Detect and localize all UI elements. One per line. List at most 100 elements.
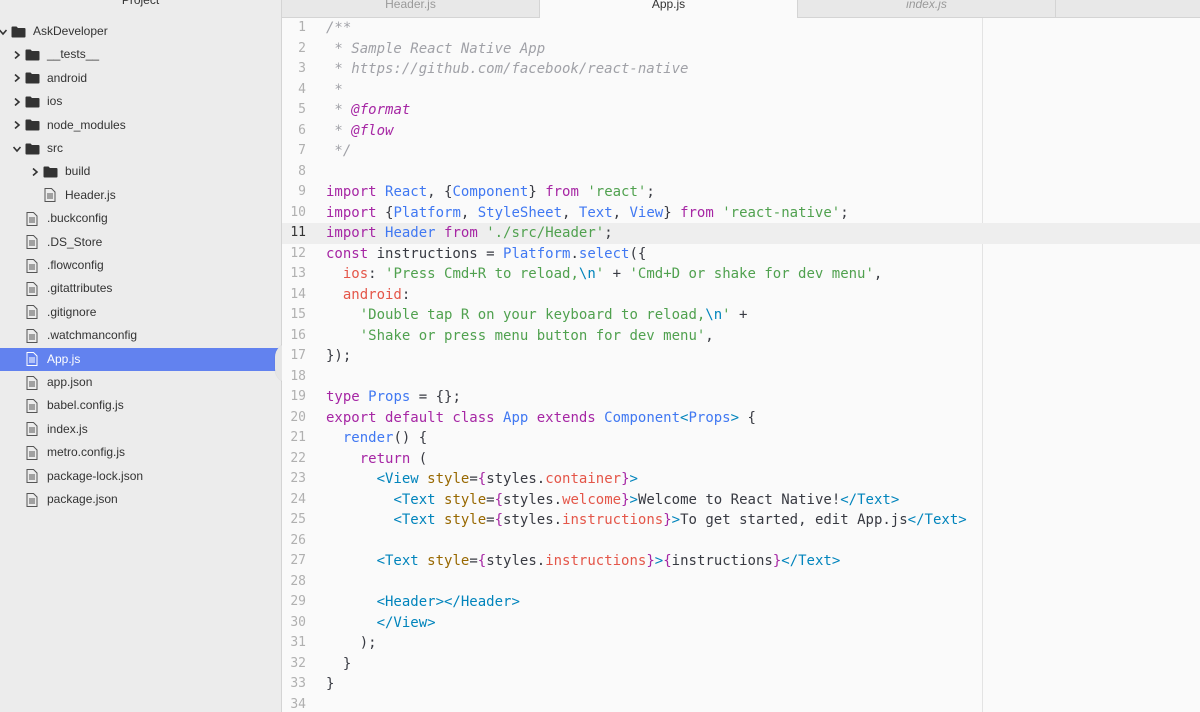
tree-file[interactable]: Header.js: [0, 184, 281, 207]
tree-item-label: ios: [47, 94, 63, 109]
code-line[interactable]: 8: [282, 162, 1200, 183]
code-token: </Text>: [840, 491, 900, 508]
code-line[interactable]: 15 'Double tap R on your keyboard to rel…: [282, 305, 1200, 326]
code-line[interactable]: 24 <Text style={styles.welcome}>Welcome …: [282, 490, 1200, 511]
code-line[interactable]: 31 );: [282, 633, 1200, 654]
chevron-right-icon[interactable]: [11, 67, 23, 90]
code-line[interactable]: 3 * https://github.com/facebook/react-na…: [282, 59, 1200, 80]
chevron-right-icon[interactable]: [29, 160, 41, 183]
code-text: */: [326, 141, 351, 162]
tree-file[interactable]: App.js: [0, 347, 281, 371]
code-line[interactable]: 1 /**: [282, 18, 1200, 39]
tree-file[interactable]: .gitignore: [0, 301, 281, 324]
code-token: }: [326, 655, 352, 672]
code-line[interactable]: 27 <Text style={styles.instructions}>{in…: [282, 551, 1200, 572]
code-token: @flow: [351, 122, 394, 139]
file-icon: [24, 488, 40, 511]
tree-folder[interactable]: __tests__: [0, 43, 281, 66]
chevron-down-icon[interactable]: [11, 137, 23, 160]
code-line[interactable]: 7 */: [282, 141, 1200, 162]
tree-file[interactable]: index.js: [0, 418, 281, 441]
tree-file[interactable]: .flowconfig: [0, 254, 281, 277]
tree-file[interactable]: package.json: [0, 488, 281, 511]
code-line[interactable]: 19 type Props = {};: [282, 387, 1200, 408]
code-line[interactable]: 28: [282, 572, 1200, 593]
tab-header-js[interactable]: Header.js: [282, 0, 540, 17]
code-token: from: [444, 225, 487, 241]
code-line[interactable]: 22 return (: [282, 449, 1200, 470]
tab-app-js[interactable]: App.js: [540, 0, 798, 18]
tree-folder[interactable]: node_modules: [0, 114, 281, 137]
code-line[interactable]: 32 }: [282, 654, 1200, 675]
code-token: {: [477, 553, 487, 569]
code-line[interactable]: 11 import Header from './src/Header';: [282, 223, 1200, 244]
file-icon: [24, 348, 40, 371]
line-number: 20: [290, 409, 306, 425]
tree-file[interactable]: .watchmanconfig: [0, 324, 281, 347]
code-token: extends: [536, 409, 605, 426]
code-line[interactable]: 14 android:: [282, 285, 1200, 306]
code-text: return (: [326, 449, 427, 470]
line-number: 11: [290, 225, 306, 240]
code-token: });: [326, 348, 352, 364]
code-token: :: [368, 266, 386, 282]
code-token: 'Press Cmd+R to reload,: [385, 266, 579, 282]
code-line[interactable]: 16 'Shake or press menu button for dev m…: [282, 326, 1200, 347]
code-token: +: [730, 307, 748, 323]
chevron-right-icon[interactable]: [11, 114, 23, 137]
line-number: 19: [290, 389, 306, 404]
tree-folder[interactable]: ios: [0, 90, 281, 113]
code-token: export default class: [326, 409, 504, 426]
tree-file[interactable]: metro.config.js: [0, 441, 281, 464]
code-token: }: [646, 553, 655, 569]
code-line[interactable]: 29 <Header></Header>: [282, 592, 1200, 613]
line-number: 34: [290, 696, 306, 712]
code-line[interactable]: 9 import React, {Component} from 'react';: [282, 182, 1200, 203]
code-line[interactable]: 10 import {Platform, StyleSheet, Text, Vi…: [282, 203, 1200, 224]
chevron-right-icon[interactable]: [11, 43, 23, 66]
code-line[interactable]: 23 <View style={styles.container}>: [282, 469, 1200, 490]
code-line[interactable]: 34: [282, 695, 1200, 712]
code-line[interactable]: 4 *: [282, 80, 1200, 101]
code-line[interactable]: 5 * @format: [282, 100, 1200, 121]
code-line[interactable]: 20 export default class App extends Compo…: [282, 408, 1200, 429]
code-line[interactable]: 17});: [282, 346, 1200, 367]
tree-folder[interactable]: build: [0, 160, 281, 183]
tree-file[interactable]: .gitattributes: [0, 277, 281, 300]
tree-folder[interactable]: src: [0, 137, 281, 160]
tree-folder[interactable]: android: [0, 67, 281, 90]
tab-index-js[interactable]: index.js: [798, 0, 1056, 17]
code-token: render: [342, 430, 394, 446]
code-line[interactable]: 6 * @flow: [282, 121, 1200, 142]
code-editor[interactable]: 1/** 2 * Sample React Native App 3 * https…: [282, 18, 1200, 712]
code-token: {: [494, 491, 504, 508]
tree-file[interactable]: .DS_Store: [0, 231, 281, 254]
code-line[interactable]: 33}: [282, 674, 1200, 695]
tree-file[interactable]: babel.config.js: [0, 394, 281, 417]
tree-file[interactable]: package-lock.json: [0, 465, 281, 488]
code-line[interactable]: 18: [282, 367, 1200, 388]
code-token: .: [570, 245, 579, 262]
code-line[interactable]: 30 </View>: [282, 613, 1200, 634]
code-line[interactable]: 2 * Sample React Native App: [282, 39, 1200, 60]
code-line[interactable]: 26: [282, 531, 1200, 552]
code-token: * Sample React Native App: [326, 40, 546, 57]
code-token: select: [578, 245, 630, 262]
line-number: 25: [290, 512, 306, 527]
code-line[interactable]: 13 ios: 'Press Cmd+R to reload,\n' + 'Cm…: [282, 264, 1200, 285]
code-line[interactable]: 21 render() {: [282, 428, 1200, 449]
tree-file[interactable]: app.json: [0, 371, 281, 394]
tree-item-label: node_modules: [47, 117, 126, 132]
code-text: );: [326, 633, 377, 654]
tree-folder[interactable]: AskDeveloper: [0, 20, 281, 43]
chevron-right-icon[interactable]: [11, 90, 23, 113]
code-line[interactable]: 12 const instructions = Platform.select({: [282, 244, 1200, 265]
chevron-down-icon[interactable]: [0, 20, 9, 43]
tree-item-label: .flowconfig: [47, 258, 104, 272]
code-line[interactable]: 25 <Text style={styles.instructions}>To …: [282, 510, 1200, 531]
code-token: >: [654, 553, 664, 569]
tree-file[interactable]: .buckconfig: [0, 207, 281, 230]
code-token: 'react': [587, 184, 647, 200]
